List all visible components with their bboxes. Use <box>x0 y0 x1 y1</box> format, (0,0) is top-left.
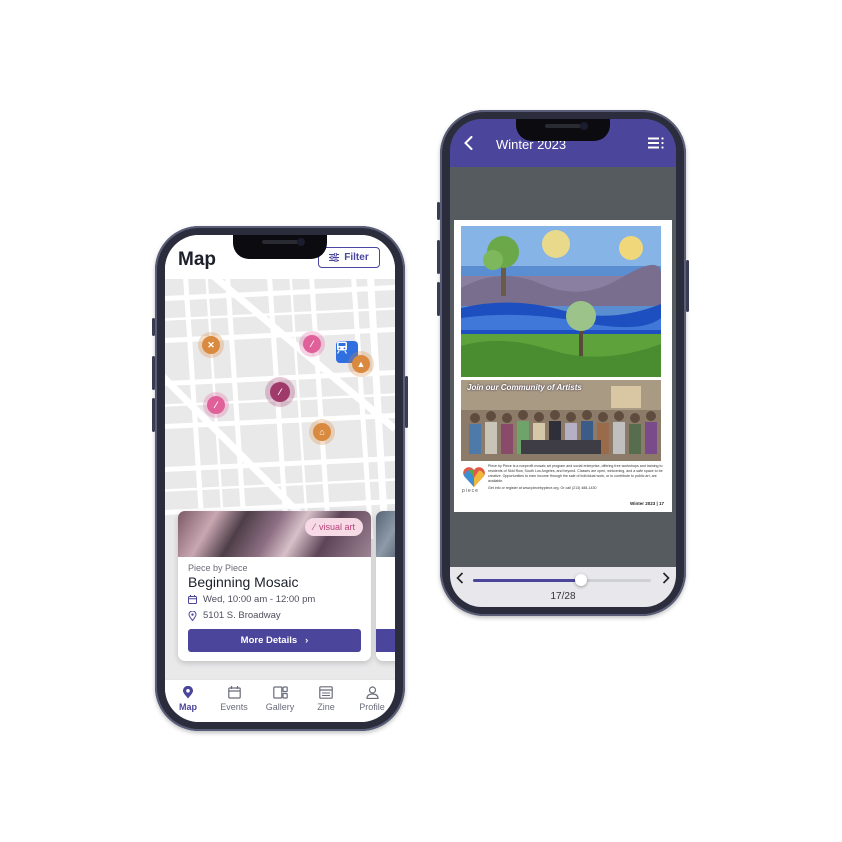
logo-wordmark: piece <box>462 488 479 494</box>
map-screen: Map Filter ✕ ⁄ ▲ ⁄ ⁄ ⌂ ⁄ visual art Piec… <box>165 235 395 722</box>
event-datetime: Wed, 10:00 am - 12:00 pm <box>203 594 316 605</box>
chevron-right-icon: › <box>305 635 309 646</box>
category-tag-label: visual art <box>318 522 355 532</box>
visual-art-pin[interactable]: ⁄ <box>207 396 225 414</box>
mosaic-artwork-image <box>461 226 661 377</box>
power-button <box>686 260 689 312</box>
visual-art-pin[interactable]: ⁄ <box>303 335 321 353</box>
notch <box>516 119 610 141</box>
page-slider-fill <box>473 579 582 582</box>
community-heading: Join our Community of Artists <box>467 383 582 392</box>
event-datetime-row: Wed, 10:00 am - 12:00 pm <box>188 594 315 605</box>
camping-pin[interactable]: ▲ <box>352 355 370 373</box>
brush-icon: ⁄ <box>313 522 315 532</box>
tab-label: Events <box>220 702 248 712</box>
zine-icon <box>319 686 333 699</box>
zine-page-footer: Winter 2023 | 17 <box>630 501 664 506</box>
power-button <box>405 376 408 428</box>
more-details-button[interactable]: More Details › <box>188 629 361 652</box>
event-organizer: Piece by Piece <box>188 563 248 573</box>
tab-label: Map <box>179 702 197 712</box>
phone-map: Map Filter ✕ ⁄ ▲ ⁄ ⁄ ⌂ ⁄ visual art Piec… <box>152 226 408 731</box>
notch <box>233 235 327 259</box>
event-address: 5101 S. Broadway <box>203 610 281 621</box>
volume-down-button <box>437 282 440 316</box>
brush-icon: ⁄ <box>215 400 217 410</box>
brush-icon: ⁄ <box>279 387 281 397</box>
page-navigator: 17/28 <box>450 567 676 607</box>
event-address-row: 5101 S. Broadway <box>188 610 281 621</box>
previous-page-icon[interactable] <box>456 572 464 584</box>
volume-up-button <box>152 356 155 390</box>
tab-map[interactable]: Map <box>166 680 210 722</box>
page-slider-handle[interactable] <box>575 574 588 586</box>
fork-knife-icon: ✕ <box>207 339 215 350</box>
category-tag: ⁄ visual art <box>305 518 363 536</box>
zine-description: Piece by Piece is a nonprofit mosaic art… <box>488 464 663 483</box>
selected-visual-art-pin[interactable]: ⁄ <box>270 382 290 402</box>
event-image <box>376 511 395 557</box>
tab-profile[interactable]: Profile <box>350 680 394 722</box>
zine-contact: Get info or register at www.piecebypiece… <box>488 486 597 490</box>
page-slider[interactable] <box>473 574 651 586</box>
next-event-card[interactable] <box>376 511 395 661</box>
next-page-icon[interactable] <box>662 572 670 584</box>
zine-screen: Winter 2023 Join our Community of Artist… <box>450 119 676 607</box>
tab-gallery[interactable]: Gallery <box>258 680 302 722</box>
phone-zine: Winter 2023 Join our Community of Artist… <box>437 110 689 616</box>
page-title: Map <box>178 249 216 270</box>
train-icon <box>336 341 348 354</box>
piece-by-piece-logo-icon <box>463 467 485 487</box>
filter-label: Filter <box>344 252 369 263</box>
home-pin[interactable]: ⌂ <box>313 423 331 441</box>
community-photo: Join our Community of Artists <box>461 380 661 461</box>
tab-label: Profile <box>359 702 385 712</box>
page-indicator: 17/28 <box>550 591 576 602</box>
more-details-button[interactable] <box>376 629 395 652</box>
restaurant-pin[interactable]: ✕ <box>202 336 220 354</box>
calendar-icon <box>227 686 241 699</box>
map-pin-icon <box>183 686 193 699</box>
calendar-icon <box>188 595 197 604</box>
location-pin-icon <box>188 610 197 621</box>
volume-down-button <box>152 398 155 432</box>
silent-switch <box>152 318 155 336</box>
menu-list-icon[interactable] <box>648 137 664 149</box>
profile-icon <box>365 686 379 699</box>
group-photo-image <box>461 380 661 461</box>
event-title: Beginning Mosaic <box>188 574 299 590</box>
tab-zine[interactable]: Zine <box>304 680 348 722</box>
tab-events[interactable]: Events <box>212 680 256 722</box>
zine-page[interactable]: Join our Community of Artists piece Piec… <box>454 220 672 512</box>
tab-label: Gallery <box>265 702 295 712</box>
tab-label: Zine <box>317 702 335 712</box>
more-details-label: More Details <box>240 635 298 646</box>
gallery-icon <box>272 686 288 699</box>
silent-switch <box>437 202 440 220</box>
volume-up-button <box>437 240 440 274</box>
filter-button[interactable]: Filter <box>318 247 380 268</box>
zine-body-text: Piece by Piece is a nonprofit mosaic art… <box>488 464 664 491</box>
back-chevron-icon[interactable] <box>464 136 473 150</box>
brush-icon: ⁄ <box>311 339 313 349</box>
event-card[interactable]: ⁄ visual art Piece by Piece Beginning Mo… <box>178 511 371 661</box>
tent-icon: ▲ <box>356 359 366 369</box>
house-icon: ⌂ <box>319 427 325 437</box>
tab-bar: Map Events Gallery Zine Profile <box>165 679 395 722</box>
sliders-icon <box>329 253 340 262</box>
